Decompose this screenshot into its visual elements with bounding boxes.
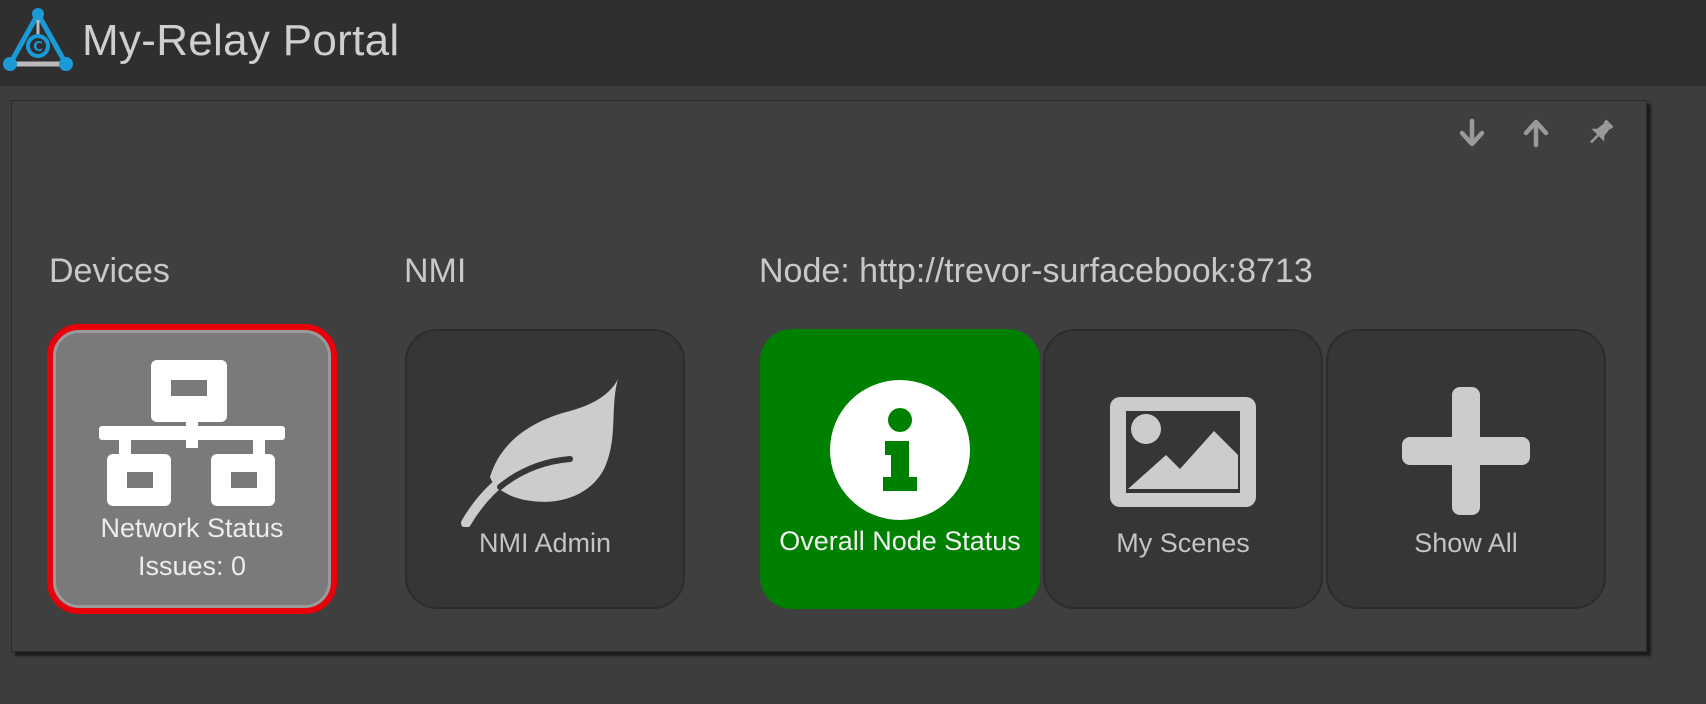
network-status-label: Network Status <box>100 513 284 543</box>
plus-icon <box>1402 387 1530 515</box>
show-all-tile[interactable]: Show All <box>1326 329 1606 609</box>
group-label-nmi: NMI <box>404 252 467 290</box>
overall-node-status-tile[interactable]: Overall Node Status <box>760 329 1040 609</box>
show-all-label: Show All <box>1414 528 1518 558</box>
nmi-admin-tile[interactable]: NMI Admin <box>405 329 685 609</box>
panel-toolbar <box>1440 115 1632 151</box>
image-icon <box>1110 397 1256 507</box>
portal-page: C My-Relay Portal Devices NMI Node: http… <box>0 0 1706 704</box>
arrow-down-icon <box>1459 118 1485 147</box>
header-bar: C My-Relay Portal <box>0 0 1706 86</box>
my-scenes-tile[interactable]: My Scenes <box>1043 329 1323 609</box>
move-down-button[interactable] <box>1440 115 1504 151</box>
network-status-tile[interactable]: Network Status Issues: 0 <box>47 324 337 614</box>
pin-icon <box>1590 119 1614 144</box>
relay-triangle-logo-icon[interactable]: C <box>2 6 74 74</box>
group-label-devices: Devices <box>49 252 170 290</box>
group-label-node: Node: http://trevor-surfacebook:8713 <box>759 252 1313 290</box>
pin-button[interactable] <box>1568 115 1632 151</box>
my-scenes-label: My Scenes <box>1116 528 1250 558</box>
network-issues-count: Issues: 0 <box>137 551 247 581</box>
move-up-button[interactable] <box>1504 115 1568 151</box>
dashboard-panel: Devices NMI Node: http://trevor-surfaceb… <box>11 100 1647 652</box>
app-title: My-Relay Portal <box>82 16 400 65</box>
info-icon <box>830 380 970 520</box>
nmi-admin-label: NMI Admin <box>478 528 612 558</box>
arrow-up-icon <box>1523 119 1549 148</box>
svg-text:C: C <box>33 40 43 55</box>
leaf-icon <box>461 379 618 527</box>
overall-node-status-label: Overall Node Status <box>779 526 1021 556</box>
network-icon <box>99 360 285 506</box>
